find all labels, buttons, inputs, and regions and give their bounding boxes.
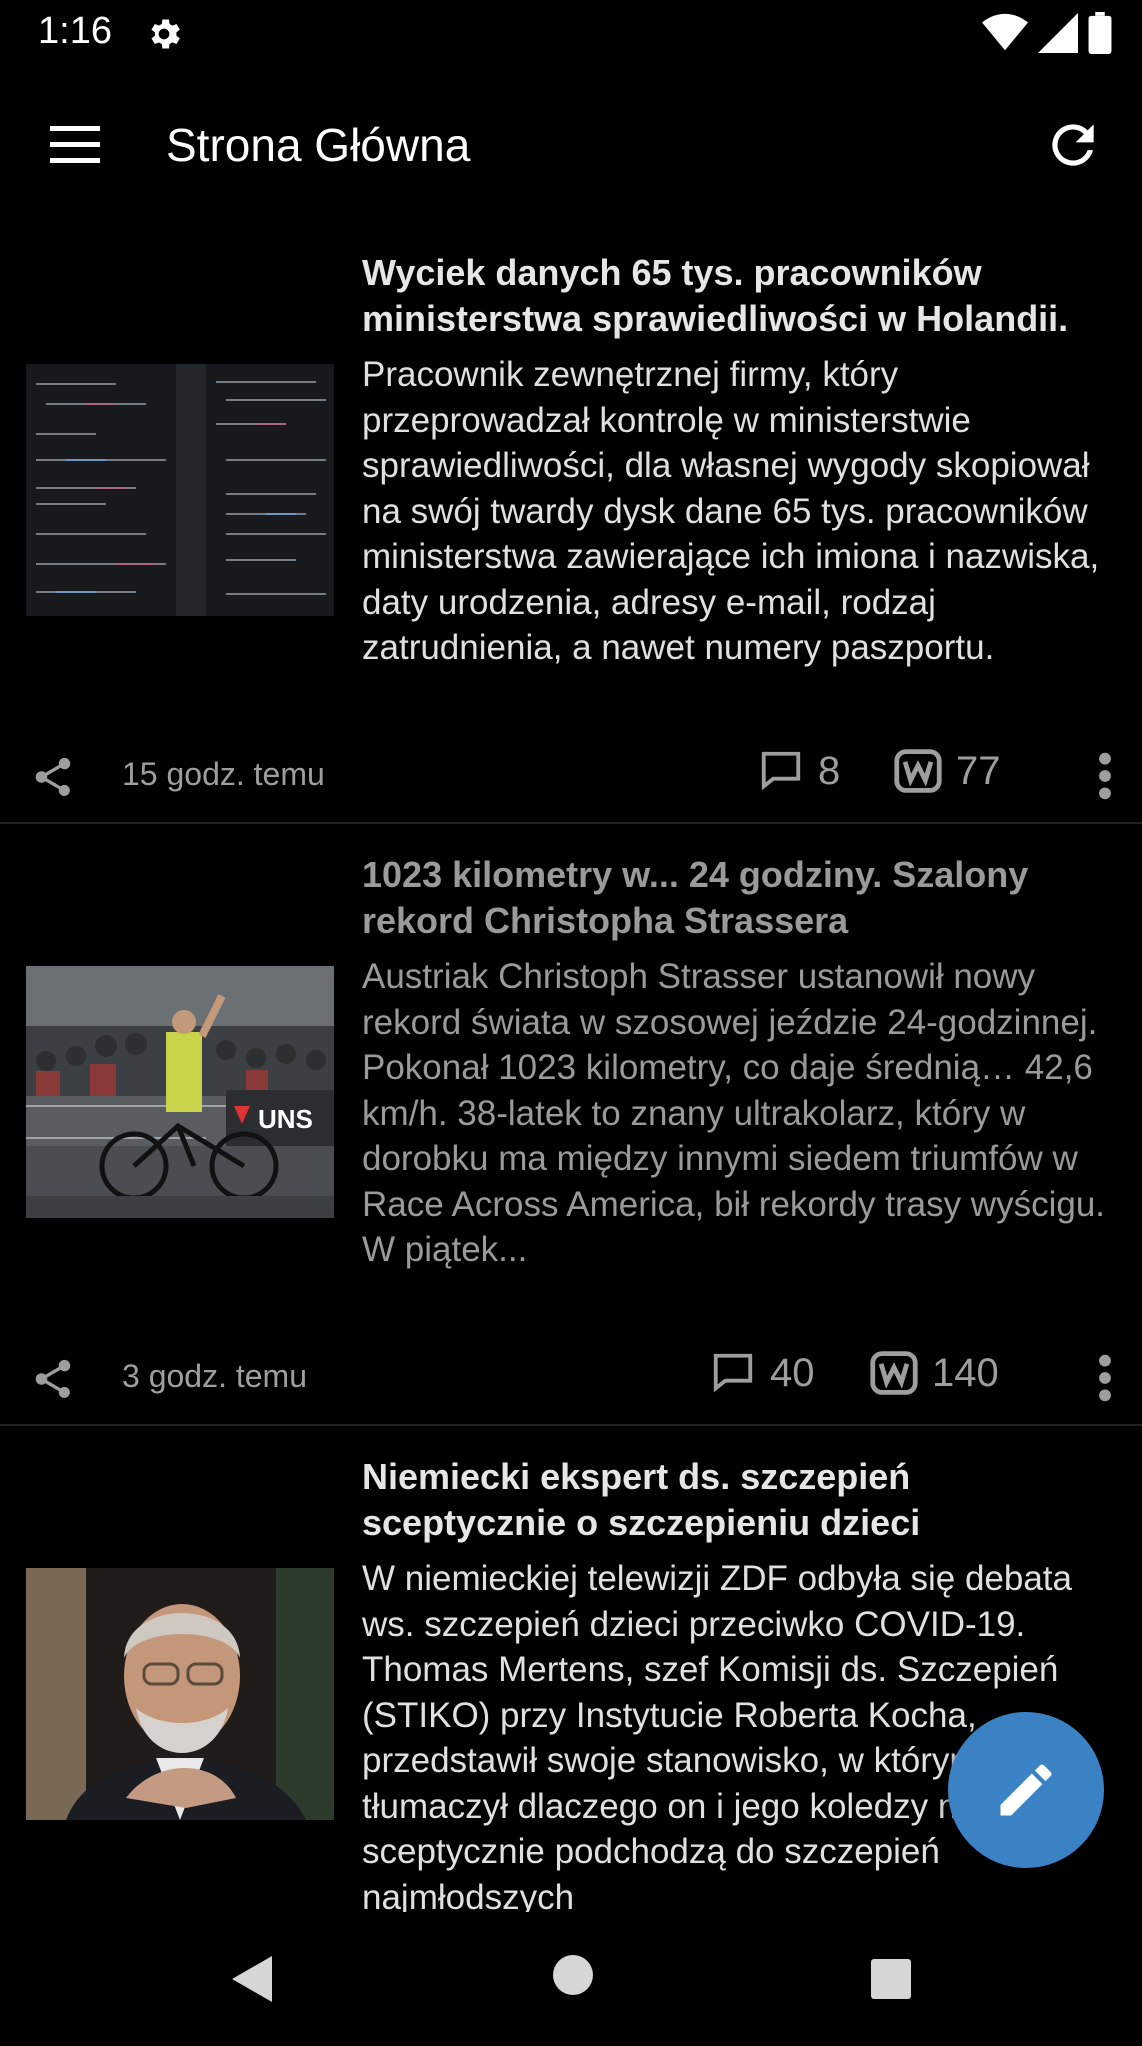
article-time: 3 godz. temu bbox=[122, 1358, 307, 1394]
article-time: 15 godz. temu bbox=[122, 756, 325, 792]
wykop-logo-icon bbox=[870, 1351, 918, 1395]
article-title[interactable]: Wyciek danych 65 tys. pracowników minist… bbox=[362, 250, 1122, 342]
status-bar: 1:16 bbox=[0, 0, 1142, 70]
pencil-icon bbox=[1000, 1764, 1052, 1816]
comment-icon bbox=[761, 751, 801, 791]
article-title[interactable]: Niemiecki ekspert ds. szczepień sceptycz… bbox=[362, 1454, 1122, 1546]
article-thumbnail-code[interactable] bbox=[26, 364, 334, 616]
article-title[interactable]: 1023 kilometry w... 24 godziny. Szalony … bbox=[362, 852, 1122, 944]
banner-text: UNS bbox=[258, 1104, 313, 1134]
status-time: 1:16 bbox=[38, 10, 112, 52]
battery-icon bbox=[1088, 12, 1112, 54]
comments-count: 8 bbox=[818, 748, 841, 793]
status-icons bbox=[982, 12, 1112, 54]
system-navigation-bar bbox=[0, 1912, 1142, 2046]
comment-icon bbox=[713, 1353, 753, 1393]
article-summary: Pracownik zewnętrznej firmy, który przep… bbox=[362, 355, 1100, 667]
votes-button[interactable]: 77 bbox=[894, 748, 1001, 794]
votes-button[interactable]: 140 bbox=[870, 1350, 999, 1396]
gear-icon bbox=[151, 19, 180, 49]
article-card[interactable]: Wyciek danych 65 tys. pracowników minist… bbox=[0, 222, 1142, 824]
share-icon[interactable] bbox=[30, 1356, 76, 1402]
comments-button[interactable]: 8 bbox=[758, 748, 840, 794]
votes-count: 77 bbox=[956, 748, 1001, 793]
signal-icon bbox=[1038, 13, 1078, 53]
recents-square-icon[interactable] bbox=[870, 1958, 912, 2000]
article-thumbnail-expert[interactable] bbox=[26, 1568, 334, 1820]
article-thumbnail-cyclist[interactable]: UNS bbox=[26, 966, 334, 1218]
refresh-icon[interactable] bbox=[1042, 114, 1104, 176]
votes-count: 140 bbox=[932, 1350, 999, 1395]
home-circle-icon[interactable] bbox=[552, 1954, 594, 1996]
app-bar: Strona Główna bbox=[0, 70, 1142, 222]
wykop-logo-icon bbox=[894, 749, 942, 793]
article-feed[interactable]: Wyciek danych 65 tys. pracowników minist… bbox=[0, 222, 1142, 1912]
wifi-icon bbox=[982, 13, 1028, 51]
hamburger-menu-icon[interactable] bbox=[44, 120, 106, 170]
article-footer: 3 godz. temu 40 140 bbox=[0, 1338, 1142, 1418]
article-footer: 15 godz. temu 8 77 bbox=[0, 736, 1142, 816]
comments-count: 40 bbox=[770, 1350, 815, 1395]
share-icon[interactable] bbox=[30, 754, 76, 800]
article-summary: Austriak Christoph Strasser ustanowił no… bbox=[362, 957, 1106, 1269]
article-card[interactable]: UNS 1023 kilometry w... 24 godziny. Szal… bbox=[0, 824, 1142, 1426]
more-options-icon[interactable] bbox=[1090, 750, 1120, 802]
back-triangle-icon[interactable] bbox=[228, 1954, 274, 2004]
page-title: Strona Główna bbox=[166, 119, 471, 171]
compose-fab-button[interactable] bbox=[948, 1712, 1104, 1868]
more-options-icon[interactable] bbox=[1090, 1352, 1120, 1404]
comments-button[interactable]: 40 bbox=[710, 1350, 815, 1396]
